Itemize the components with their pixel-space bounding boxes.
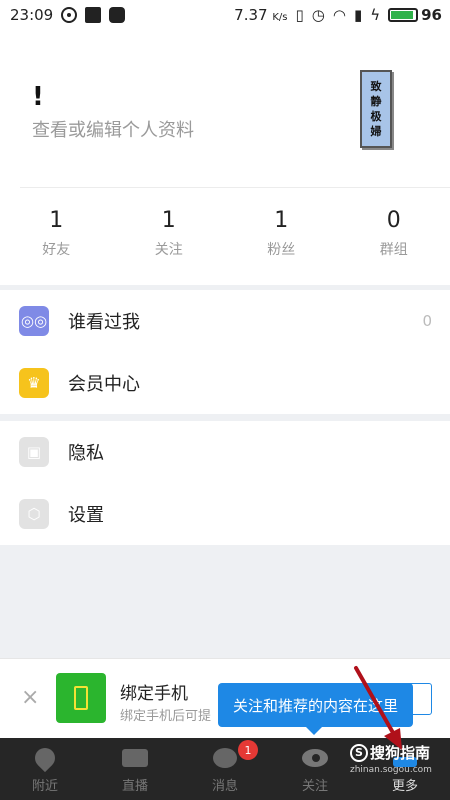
stat-value: 1	[274, 208, 289, 233]
stat-value: 1	[49, 208, 64, 233]
tab-nearby[interactable]: 附近	[0, 738, 90, 800]
avatar-char: 致	[370, 80, 382, 93]
message-badge: 1	[238, 740, 258, 760]
red-arrow-icon	[354, 666, 402, 750]
edit-profile-link[interactable]: 查看或编辑个人资料	[32, 116, 194, 142]
menu-item-label: 谁看过我	[68, 312, 140, 333]
banner-subtitle: 绑定手机后可提	[120, 709, 212, 724]
stat-value: 0	[386, 208, 401, 233]
eye-icon	[302, 749, 328, 767]
stat-following[interactable]: 1 关注	[113, 208, 226, 259]
tab-label: 消息	[211, 779, 238, 794]
app-notification-icon	[109, 7, 126, 23]
tooltip-arrow	[306, 727, 322, 735]
battery-percent: 96	[421, 6, 442, 24]
menu-section-social: ◎◎ 谁看过我 0 ♛ 会员中心	[0, 290, 450, 414]
phone-icon	[56, 673, 106, 723]
stat-label: 好友	[42, 242, 71, 258]
avatar-char: 静	[370, 95, 382, 108]
menu-item-label: 会员中心	[68, 374, 140, 395]
watermark-url: zhinan.sogou.com	[350, 765, 432, 775]
gear-icon: ⬡	[19, 499, 49, 529]
menu-item-label: 设置	[68, 505, 104, 526]
stat-label: 关注	[154, 242, 183, 258]
alarm-icon: ◷	[311, 6, 325, 24]
signal-icon: ▮	[353, 6, 363, 24]
charging-icon: ϟ	[370, 6, 381, 24]
status-time: 23:09	[10, 6, 54, 24]
banner-title: 绑定手机	[120, 684, 188, 704]
stat-friends[interactable]: 1 好友	[0, 208, 113, 259]
menu-item-vip-center[interactable]: ♛ 会员中心	[0, 352, 450, 414]
avatar[interactable]: 致 静 极 婦	[360, 70, 392, 148]
stat-label: 粉丝	[267, 242, 296, 258]
wifi-icon: ◠	[332, 6, 346, 24]
tab-live[interactable]: 直播	[90, 738, 180, 800]
menu-item-settings[interactable]: ⬡ 设置	[0, 483, 450, 545]
tab-label: 更多	[391, 779, 418, 794]
visitor-count: 0	[422, 312, 432, 330]
stat-label: 群组	[379, 242, 408, 258]
network-speed: 7.37 K/s	[234, 6, 288, 24]
close-icon[interactable]: ×	[21, 685, 39, 710]
download-icon	[61, 7, 78, 23]
stat-fans[interactable]: 1 粉丝	[225, 208, 338, 259]
tab-follow[interactable]: 关注	[270, 738, 360, 800]
stats-row: 1 好友 1 关注 1 粉丝 0 群组	[0, 208, 450, 259]
image-notification-icon	[85, 7, 102, 23]
profile-card[interactable]: ! 查看或编辑个人资料 致 静 极 婦 1 好友 1 关注 1 粉丝 0 群组	[0, 30, 450, 285]
menu-item-visitors[interactable]: ◎◎ 谁看过我 0	[0, 290, 450, 352]
tab-label: 直播	[121, 779, 148, 794]
tab-label: 关注	[301, 779, 328, 794]
avatar-char: 极	[370, 110, 382, 123]
video-camera-icon	[122, 749, 148, 767]
location-pin-icon	[30, 743, 60, 773]
divider	[20, 187, 450, 188]
battery: 96	[388, 6, 442, 24]
tab-label: 附近	[31, 779, 58, 794]
menu-section-settings: ▣ 隐私 ⬡ 设置	[0, 421, 450, 545]
menu-item-privacy[interactable]: ▣ 隐私	[0, 421, 450, 483]
chat-bubble-icon	[213, 748, 237, 768]
vibrate-icon: ▯	[295, 6, 304, 24]
avatar-char: 婦	[370, 125, 382, 138]
lock-icon: ▣	[19, 437, 49, 467]
stat-groups[interactable]: 0 群组	[338, 208, 450, 259]
glasses-icon: ◎◎	[19, 306, 49, 336]
crown-icon: ♛	[19, 368, 49, 398]
stat-value: 1	[161, 208, 176, 233]
menu-item-label: 隐私	[68, 443, 104, 464]
battery-icon	[388, 8, 419, 22]
status-bar: 23:09 7.37 K/s ▯ ◷ ◠ ▮ ϟ 96	[0, 0, 450, 30]
profile-name: !	[32, 82, 44, 112]
